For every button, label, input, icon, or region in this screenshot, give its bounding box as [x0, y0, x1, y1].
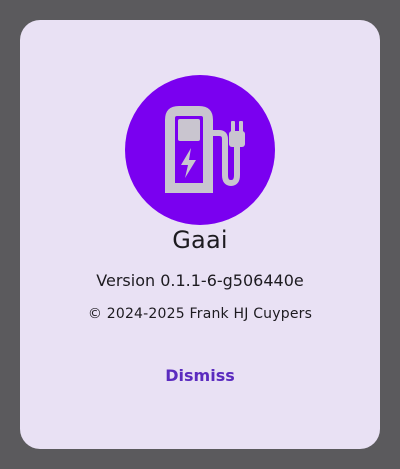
app-name: Gaai	[172, 226, 228, 254]
dismiss-button[interactable]: Dismiss	[150, 356, 250, 396]
copyright-text: © 2024-2025 Frank HJ Cuypers	[87, 306, 313, 322]
version-text: Version 0.1.1-6-g506440e	[96, 271, 304, 290]
app-logo	[125, 75, 275, 225]
ev-charger-icon	[165, 106, 245, 193]
about-dialog: Gaai Version 0.1.1-6-g506440e © 2024-202…	[20, 20, 380, 449]
